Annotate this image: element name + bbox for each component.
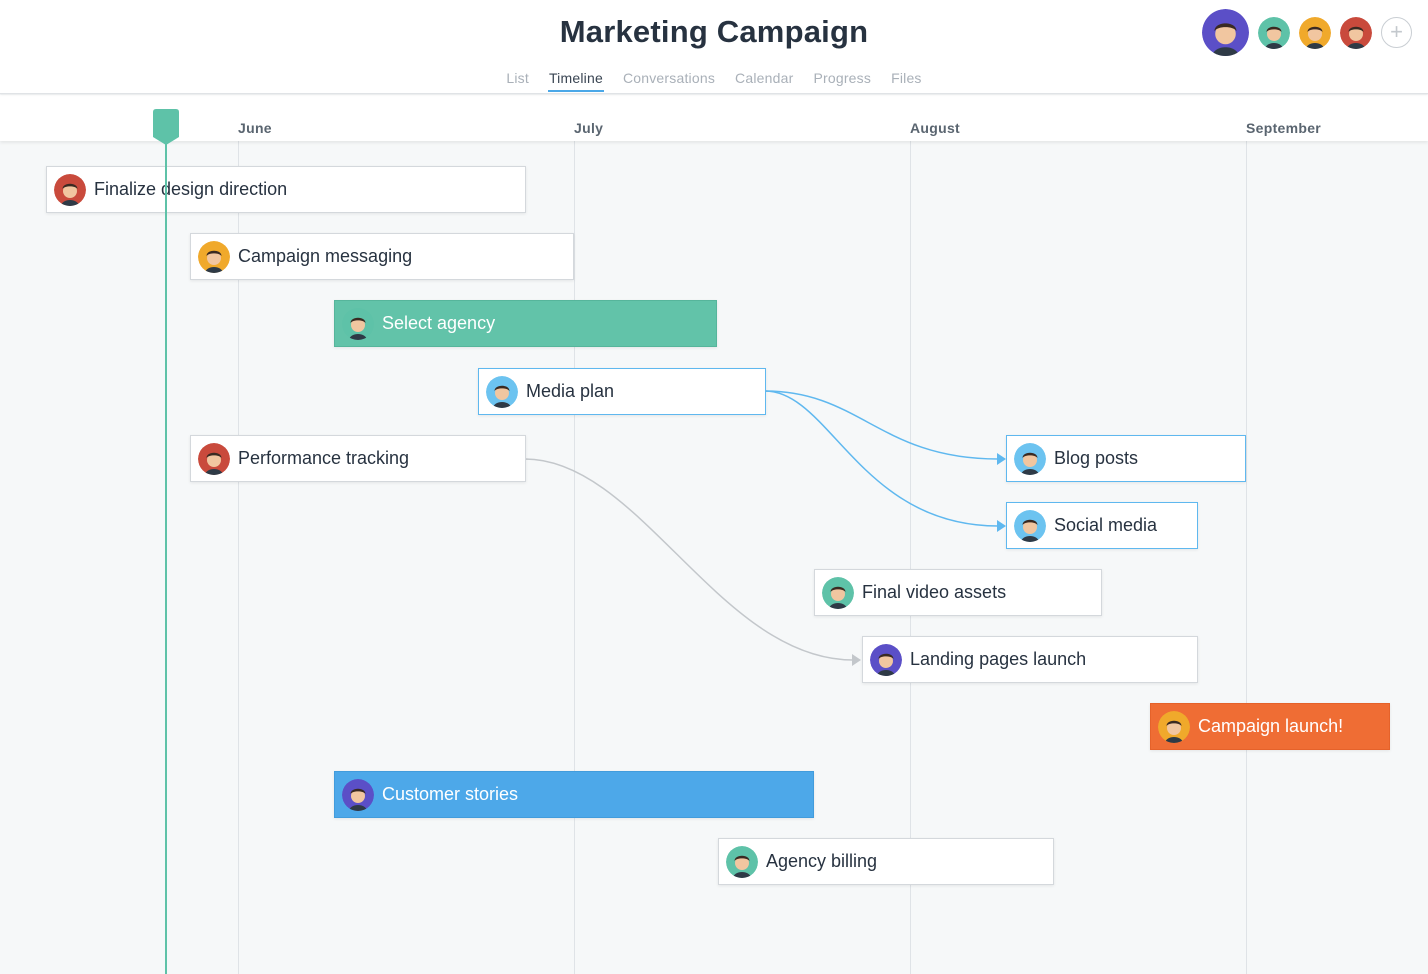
today-marker-icon[interactable] (153, 109, 179, 145)
tab-list[interactable]: List (505, 70, 530, 92)
tab-conversations[interactable]: Conversations (622, 70, 716, 92)
project-members: + (1202, 9, 1412, 56)
task-bar[interactable]: Customer stories (334, 771, 814, 818)
month-label: September (1246, 120, 1322, 136)
avatar[interactable] (1299, 16, 1331, 49)
project-header: Marketing Campaign List Timeline Convers… (0, 0, 1428, 94)
avatar (1014, 442, 1046, 475)
task-name: Campaign launch! (1198, 716, 1344, 736)
avatar (342, 778, 374, 811)
dependency-arrow-icon (997, 520, 1006, 532)
task-name: Performance tracking (238, 448, 410, 468)
avatar (870, 643, 902, 676)
avatar (342, 307, 374, 340)
task-bar[interactable]: Media plan (478, 368, 766, 415)
tab-calendar[interactable]: Calendar (734, 70, 794, 92)
plus-circle-icon[interactable]: + (1381, 17, 1412, 48)
task-bar[interactable]: Social media (1006, 502, 1198, 549)
task-name: Blog posts (1054, 448, 1139, 468)
task-bar[interactable]: Campaign launch! (1150, 703, 1390, 750)
task-bar[interactable]: Final video assets (814, 569, 1102, 616)
tab-progress[interactable]: Progress (812, 70, 872, 92)
avatar (1014, 509, 1046, 542)
task-bar[interactable]: Blog posts (1006, 435, 1246, 482)
task-bar[interactable]: Performance tracking (190, 435, 526, 482)
month-label: July (574, 120, 604, 136)
task-name: Customer stories (382, 784, 519, 804)
task-bar[interactable]: Select agency (334, 300, 717, 347)
avatar (54, 173, 86, 206)
dependency-line (764, 390, 999, 460)
task-bar[interactable]: Agency billing (718, 838, 1054, 885)
dependency-arrow-icon (852, 654, 861, 666)
avatar (1158, 710, 1190, 743)
task-name: Select agency (382, 313, 496, 333)
timeline-month-header: June July August September (0, 95, 1428, 141)
avatar (198, 442, 230, 475)
task-bar[interactable]: Landing pages launch (862, 636, 1198, 683)
month-gridline (574, 141, 575, 974)
avatar[interactable] (1340, 16, 1372, 49)
tab-timeline[interactable]: Timeline (547, 70, 604, 92)
avatar (726, 845, 758, 878)
dependency-arrow-icon (997, 453, 1006, 465)
avatar[interactable] (1202, 9, 1249, 56)
task-name: Media plan (526, 381, 615, 401)
dependency-connectors (524, 390, 1006, 666)
task-name: Landing pages launch (910, 649, 1087, 669)
tab-files[interactable]: Files (890, 70, 923, 92)
dependency-line (764, 390, 999, 527)
month-label: August (910, 120, 961, 136)
avatar (822, 576, 854, 609)
avatar (486, 375, 518, 408)
task-bar[interactable]: Finalize design direction (46, 166, 526, 213)
task-name: Finalize design direction (94, 179, 288, 199)
task-name: Social media (1054, 515, 1158, 535)
avatar[interactable] (1258, 16, 1290, 49)
project-tabs: List Timeline Conversations Calendar Pro… (0, 70, 1428, 92)
task-name: Final video assets (862, 582, 1007, 602)
task-name: Campaign messaging (238, 246, 413, 266)
task-name: Agency billing (766, 851, 878, 871)
month-gridline (1246, 141, 1247, 974)
month-label: June (238, 120, 272, 136)
avatar (198, 240, 230, 273)
task-bar[interactable]: Campaign messaging (190, 233, 574, 280)
today-line (165, 142, 167, 974)
